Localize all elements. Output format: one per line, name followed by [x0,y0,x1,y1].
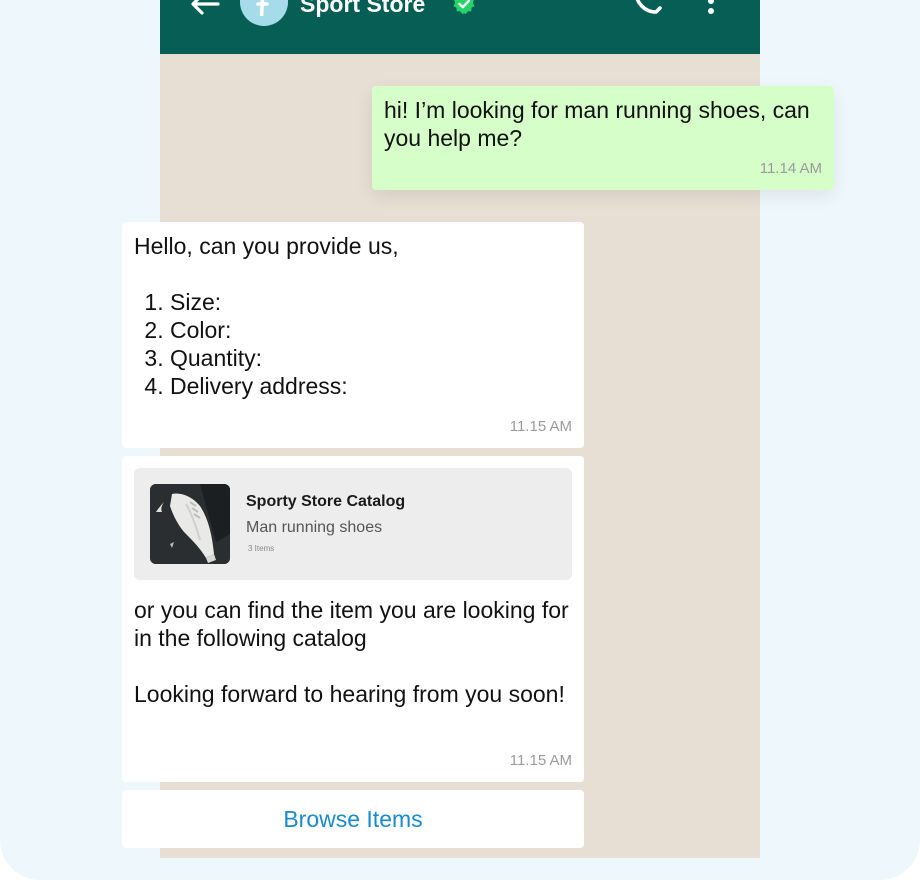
avatar-logo-icon [256,0,269,16]
list-item: Size: [170,288,572,316]
chat-header: Sport Store [160,0,760,54]
message-timestamp: 11.15 AM [509,418,572,435]
catalog-subtitle: Man running shoes [246,519,383,536]
verified-badge-icon [453,0,475,15]
catalog-item-count: 3 Items [248,544,275,553]
contact-name[interactable]: Sport Store [300,0,425,18]
incoming-message-bubble[interactable]: Hello, can you provide us, Size: Color: … [122,222,584,448]
message-text: or you can find the item you are looking… [134,597,569,707]
avatar[interactable] [240,0,288,26]
more-vertical-icon[interactable] [704,0,718,20]
list-item: Quantity: [170,344,572,372]
list-item: Color: [170,316,572,344]
list-item: Delivery address: [170,372,572,400]
back-arrow-icon[interactable] [188,0,220,20]
incoming-catalog-message-bubble[interactable]: Sporty Store Catalog Man running shoes 3… [122,456,584,782]
catalog-card[interactable]: Sporty Store Catalog Man running shoes 3… [134,468,572,580]
phone-call-icon[interactable] [632,0,664,20]
sneaker-thumbnail [150,484,230,564]
catalog-title: Sporty Store Catalog [246,493,406,510]
message-timestamp: 11.14 AM [759,160,822,177]
requirements-list: Size: Color: Quantity: Delivery address: [134,288,572,400]
message-timestamp: 11.15 AM [509,752,572,769]
message-text: Hello, can you provide us, [134,233,399,259]
catalog-thumbnail [150,484,230,564]
browse-items-button[interactable]: Browse Items [122,790,584,848]
message-text: hi! I’m looking for man running shoes, c… [384,97,817,151]
outgoing-message-bubble[interactable]: hi! I’m looking for man running shoes, c… [372,86,834,190]
